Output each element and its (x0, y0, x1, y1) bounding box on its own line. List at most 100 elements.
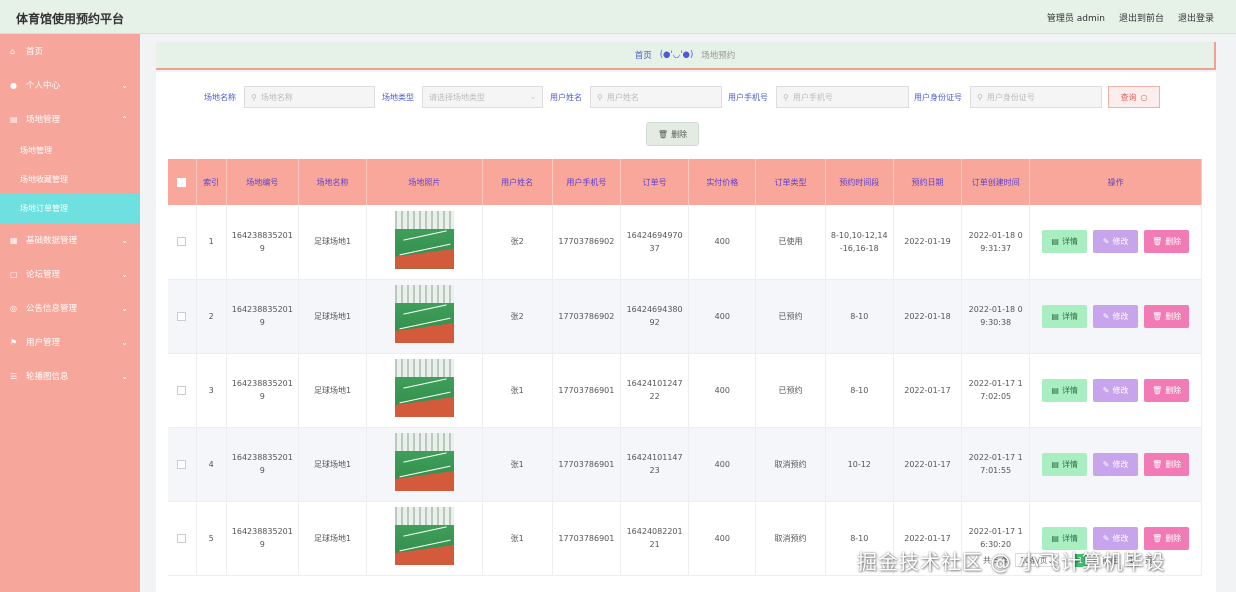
view-button[interactable]: ▤ 详情 (1042, 304, 1088, 328)
user-phone-input[interactable]: ⚲ 用户手机号 (776, 86, 909, 108)
sidebar-item-profile[interactable]: ● 个人中心 ⌄ (0, 68, 140, 102)
sidebar-item-carousel[interactable]: ☰ 轮播图信息 ⌄ (0, 359, 140, 393)
placeholder: 请选择场地类型 (429, 92, 485, 102)
edit-button[interactable]: ✎ 修改 (1093, 452, 1139, 476)
sidebar-sub-venue-manage[interactable]: 场地管理 (0, 136, 140, 165)
sidebar-sub-venue-fav[interactable]: 场地收藏管理 (0, 165, 140, 194)
sidebar-item-venue[interactable]: ▤ 场地管理 ⌃ (0, 102, 140, 136)
delete-button[interactable]: 🗑 删除 (1144, 304, 1190, 328)
row-checkbox-cell[interactable] (168, 353, 197, 428)
flag-icon: ⚑ (10, 337, 18, 347)
venue-type-select[interactable]: 请选择场地类型 ⌄ (422, 86, 543, 108)
cell-order-no: 16424101247 22 (620, 353, 690, 428)
table-header[interactable]: 场地照片 (366, 159, 483, 205)
notice-icon: ◎ (10, 303, 17, 313)
table-header[interactable]: 订单类型 (755, 159, 826, 205)
sidebar-item-users[interactable]: ⚑ 用户管理 ⌄ (0, 325, 140, 359)
checkbox[interactable] (177, 533, 187, 543)
forum-icon: ▢ (10, 269, 18, 279)
sidebar-item-label: 公告信息管理 (26, 304, 78, 314)
table-header[interactable]: 用户手机号 (552, 159, 621, 205)
cell-venue-no: 164238835201 9 (226, 427, 299, 502)
cell-date: 2022-01-18 (893, 279, 963, 354)
view-button[interactable]: ▤ 详情 (1042, 230, 1088, 254)
actions-cell: ▤ 详情 ✎ 修改 🗑 删除 (1029, 353, 1202, 428)
sidebar-item-basic-data[interactable]: ▦ 基础数据管理 ⌄ (0, 223, 140, 257)
view-label: 详情 (1061, 385, 1078, 395)
venue-photo (394, 359, 454, 417)
cell-slot: 10-12 (825, 427, 894, 502)
delete-label: 删除 (1165, 533, 1182, 543)
view-button[interactable]: ▤ 详情 (1042, 452, 1088, 476)
sidebar-sub-venue-order[interactable]: 场地订单管理 (0, 194, 140, 223)
cell-status: 取消预约 (755, 427, 826, 502)
user-icon: ● (10, 80, 17, 90)
edit-button[interactable]: ✎ 修改 (1093, 378, 1139, 402)
table-header[interactable]: 场地编号 (226, 159, 299, 205)
pencil-icon: ✎ (1102, 459, 1110, 469)
query-button[interactable]: 查询 ○ (1108, 86, 1160, 108)
sidebar-item-label: 基础数据管理 (26, 236, 78, 246)
breadcrumb-home[interactable]: 首页 (635, 49, 652, 61)
delete-button[interactable]: 🗑 删除 (1144, 378, 1190, 402)
table-header-row: 索引 场地编号 场地名称 场地照片 用户姓名 用户手机号 订单号 实付价格 订单… (168, 159, 1202, 205)
checkbox[interactable] (177, 311, 187, 321)
cell-status: 已预约 (755, 353, 826, 428)
edit-label: 修改 (1112, 311, 1129, 321)
user-name-input[interactable]: ⚲ 用户姓名 (590, 86, 722, 108)
table-header[interactable]: 订单创建时间 (961, 159, 1031, 205)
venue-photo (394, 210, 454, 269)
venue-photo (394, 433, 454, 491)
view-button[interactable]: ▤ 详情 (1042, 378, 1088, 402)
table-header[interactable]: 预约时间段 (825, 159, 894, 205)
sidebar-item-forum[interactable]: ▢ 论坛管理 ⌄ (0, 257, 140, 291)
row-checkbox-cell[interactable] (168, 427, 197, 502)
data-icon: ▦ (10, 235, 18, 245)
cell-order-no: 16424694380 92 (620, 279, 690, 354)
delete-button[interactable]: 🗑 删除 (1144, 230, 1190, 254)
breadcrumb-current: 场地预约 (701, 51, 736, 61)
user-id-input[interactable]: ⚲ 用户身份证号 (970, 86, 1102, 108)
placeholder: 用户姓名 (606, 92, 639, 102)
table-header[interactable]: 预约日期 (893, 159, 963, 205)
cell-created: 2022-01-18 0 9:30:38 (961, 279, 1031, 354)
sidebar: ⌂ 首页 ● 个人中心 ⌄ ▤ 场地管理 ⌃ 场地管理 场地收藏管理 场地订单管理 ▦ 基础… (0, 34, 140, 592)
header-checkbox[interactable] (168, 159, 197, 205)
table-row: 1 164238835201 9 足球场地1 张2 17703786902 1642469… (168, 205, 1202, 280)
table-header[interactable]: 订单号 (620, 159, 690, 205)
checkbox[interactable] (177, 177, 187, 187)
row-checkbox-cell[interactable] (168, 205, 197, 280)
cell-created: 2022-01-18 0 9:31:37 (961, 205, 1031, 280)
delete-label: 删除 (1165, 311, 1182, 321)
cell-slot: 8-10 (825, 279, 894, 354)
table-header[interactable]: 实付价格 (688, 159, 757, 205)
edit-button[interactable]: ✎ 修改 (1093, 230, 1139, 254)
placeholder: 用户手机号 (792, 92, 833, 102)
checkbox[interactable] (177, 237, 187, 247)
cell-price: 400 (688, 279, 757, 354)
checkbox[interactable] (177, 385, 187, 395)
batch-delete-button[interactable]: 🗑 删除 (646, 122, 699, 146)
table-header[interactable]: 场地名称 (298, 159, 368, 205)
front-link[interactable]: 退出到前台 (1119, 11, 1164, 24)
edit-button[interactable]: ✎ 修改 (1093, 304, 1139, 328)
delete-button[interactable]: 🗑 删除 (1144, 452, 1190, 476)
venue-name-input[interactable]: ⚲ 场地名称 (244, 86, 375, 108)
sidebar-item-home[interactable]: ⌂ 首页 (0, 34, 140, 68)
checkbox[interactable] (177, 459, 187, 469)
row-actions: ▤ 详情 ✎ 修改 🗑 删除 (1033, 378, 1198, 402)
table-header[interactable]: 用户姓名 (482, 159, 553, 205)
placeholder: 用户身份证号 (986, 92, 1035, 102)
logout-link[interactable]: 退出登录 (1178, 11, 1214, 24)
cell-phone: 17703786901 (552, 353, 621, 428)
edit-label: 修改 (1112, 385, 1129, 395)
cell-phone: 17703786902 (552, 205, 621, 280)
cell-created: 2022-01-17 1 7:02:05 (961, 353, 1031, 428)
sidebar-item-notice[interactable]: ◎ 公告信息管理 ⌄ (0, 291, 140, 325)
table-row: 2 164238835201 9 足球场地1 张2 17703786902 1642469… (168, 279, 1202, 354)
cell-price: 400 (688, 427, 757, 502)
venue-photo-cell (366, 205, 483, 280)
row-checkbox-cell[interactable] (168, 279, 197, 354)
cell-price: 400 (688, 205, 757, 280)
cell-venue-name: 足球场地1 (298, 427, 368, 502)
